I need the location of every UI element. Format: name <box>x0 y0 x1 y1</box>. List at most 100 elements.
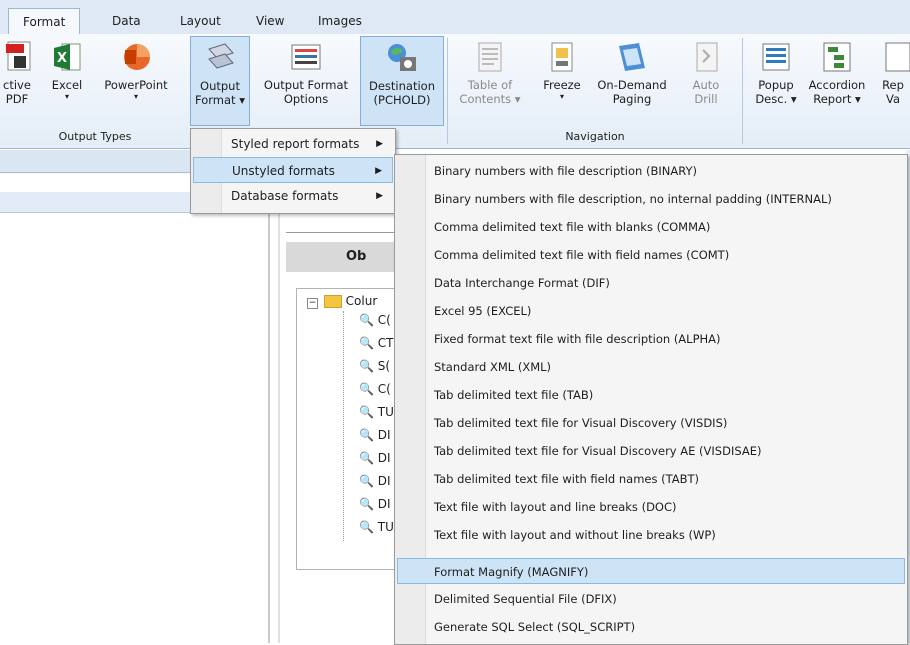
powerpoint-label: PowerPoint <box>104 78 168 92</box>
on-demand-paging-button[interactable]: On-Demand Paging <box>592 36 672 126</box>
group-separator <box>742 38 743 144</box>
table-of-contents-button[interactable]: Table of Contents ▾ <box>458 36 522 126</box>
tab-view[interactable]: View <box>254 8 286 34</box>
output-format-options-icon <box>289 40 323 74</box>
freeze-dropdown-arrow: ▾ <box>559 92 564 101</box>
destination-label-1: Destination <box>369 79 435 93</box>
submenu-item-binary[interactable]: Binary numbers with file description (BI… <box>397 158 905 184</box>
tree-item[interactable]: 🔍 DI <box>359 449 391 467</box>
accordion-report-button[interactable]: Accordion Report ▾ <box>804 36 870 126</box>
output-format-icon <box>203 41 237 75</box>
submenu-item-sql-script[interactable]: Generate SQL Select (SQL_SCRIPT) <box>397 614 905 640</box>
field-icon: 🔍 <box>359 497 374 511</box>
menu-item-styled-report-formats[interactable]: Styled report formats ▶ <box>193 131 393 157</box>
tree-item-label: DI <box>377 474 391 488</box>
freeze-label: Freeze <box>543 78 581 92</box>
submenu-item-comt[interactable]: Comma delimited text file with field nam… <box>397 242 905 268</box>
output-format-menu: Styled report formats ▶ Unstyled formats… <box>190 128 396 214</box>
submenu-arrow-icon: ▶ <box>375 166 382 176</box>
output-format-label-2: Format ▾ <box>195 93 245 107</box>
submenu-item-alpha[interactable]: Fixed format text file with file descrip… <box>397 326 905 352</box>
submenu-item-tab[interactable]: Tab delimited text file (TAB) <box>397 382 905 408</box>
menu-item-label: Database formats <box>231 189 339 203</box>
submenu-item-label: Text file with layout and without line b… <box>434 528 716 542</box>
tree-item[interactable]: 🔍 DI <box>359 472 391 490</box>
submenu-item-label: Fixed format text file with file descrip… <box>434 332 721 346</box>
submenu-item-label: Tab delimited text file for Visual Disco… <box>434 444 762 458</box>
submenu-item-label: Binary numbers with file description, no… <box>434 192 832 206</box>
submenu-item-magnify[interactable]: Format Magnify (MAGNIFY) <box>397 558 905 584</box>
tree-item-label: C( <box>377 313 391 327</box>
output-format-button[interactable]: Output Format ▾ <box>190 36 250 126</box>
tree-root[interactable]: − Colur <box>307 292 377 310</box>
submenu-arrow-icon: ▶ <box>376 191 383 201</box>
submenu-item-label: Format Magnify (MAGNIFY) <box>434 565 589 579</box>
menu-item-unstyled-formats[interactable]: Unstyled formats ▶ <box>193 157 393 183</box>
output-types-group-label: Output Types <box>58 130 132 143</box>
tree-item-label: C( <box>377 382 391 396</box>
submenu-item-dif[interactable]: Data Interchange Format (DIF) <box>397 270 905 296</box>
ribbon-tab-strip: Format Data Layout View Images <box>0 0 910 35</box>
submenu-item-label: Tab delimited text file (TAB) <box>434 388 594 402</box>
submenu-item-label: Delimited Sequential File (DFIX) <box>434 592 617 606</box>
field-icon: 🔍 <box>359 474 374 488</box>
tree-item[interactable]: 🔍 DI <box>359 495 391 513</box>
folder-icon <box>323 295 342 308</box>
tree-item[interactable]: 🔍 DI <box>359 426 391 444</box>
submenu-item-excel[interactable]: Excel 95 (EXCEL) <box>397 298 905 324</box>
collapse-icon[interactable]: − <box>307 298 318 309</box>
destination-button[interactable]: Destination (PCHOLD) <box>360 36 444 126</box>
tree-item[interactable]: 🔍 TU <box>359 403 394 421</box>
submenu-item-internal[interactable]: Binary numbers with file description, no… <box>397 186 905 212</box>
popup-desc-button[interactable]: Popup Desc. ▾ <box>752 36 800 126</box>
submenu-item-visdisae[interactable]: Tab delimited text file for Visual Disco… <box>397 438 905 464</box>
submenu-item-label: Generate SQL Select (SQL_SCRIPT) <box>434 620 636 634</box>
tab-images[interactable]: Images <box>316 8 364 34</box>
tree-item[interactable]: 🔍 S( <box>359 357 390 375</box>
powerpoint-dropdown-arrow: ▾ <box>133 92 138 101</box>
auto-drill-button[interactable]: Auto Drill <box>684 36 728 126</box>
menu-item-database-formats[interactable]: Database formats ▶ <box>193 183 393 209</box>
field-icon: 🔍 <box>359 359 374 373</box>
tree-item[interactable]: 🔍 CT <box>359 334 394 352</box>
tree-item[interactable]: 🔍 C( <box>359 311 391 329</box>
submenu-item-comma[interactable]: Comma delimited text file with blanks (C… <box>397 214 905 240</box>
submenu-item-tabt[interactable]: Tab delimited text file with field names… <box>397 466 905 492</box>
left-panel-toolbar <box>0 192 192 213</box>
tab-format[interactable]: Format <box>8 8 81 35</box>
output-format-options-label-2: Options <box>283 92 329 106</box>
submenu-item-label: Binary numbers with file description (BI… <box>434 164 697 178</box>
field-icon: 🔍 <box>359 520 374 534</box>
popup-desc-label-1: Popup <box>758 78 794 92</box>
powerpoint-button[interactable]: PowerPoint ▾ <box>96 36 176 126</box>
menu-item-label: Styled report formats <box>231 137 360 151</box>
tree-connector <box>343 311 344 541</box>
submenu-item-doc[interactable]: Text file with layout and line breaks (D… <box>397 494 905 520</box>
submenu-item-dfix[interactable]: Delimited Sequential File (DFIX) <box>397 586 905 612</box>
submenu-item-label: Text file with layout and line breaks (D… <box>434 500 677 514</box>
excel-button[interactable]: X Excel ▾ <box>42 36 92 126</box>
excel-icon: X <box>50 40 84 74</box>
powerpoint-icon <box>119 40 153 74</box>
freeze-icon <box>545 40 579 74</box>
submenu-item-visdis[interactable]: Tab delimited text file for Visual Disco… <box>397 410 905 436</box>
on-demand-paging-label-1: On-Demand <box>597 78 667 92</box>
submenu-item-label: Tab delimited text file for Visual Disco… <box>434 416 728 430</box>
field-icon: 🔍 <box>359 405 374 419</box>
report-values-button[interactable]: Rep Va <box>876 36 910 126</box>
freeze-button[interactable]: Freeze ▾ <box>538 36 586 126</box>
submenu-item-wp[interactable]: Text file with layout and without line b… <box>397 522 905 548</box>
report-values-icon <box>876 40 910 74</box>
field-icon: 🔍 <box>359 451 374 465</box>
active-pdf-button[interactable]: ctive PDF <box>0 36 34 126</box>
auto-drill-label-2: Drill <box>694 92 718 106</box>
tree-item[interactable]: 🔍 TU <box>359 518 394 536</box>
tab-data[interactable]: Data <box>110 8 143 34</box>
submenu-item-xml[interactable]: Standard XML (XML) <box>397 354 905 380</box>
svg-text:X: X <box>57 51 67 66</box>
column-tree[interactable]: − Colur 🔍 C( 🔍 CT 🔍 S( 🔍 C( 🔍 TU 🔍 DI 🔍 … <box>296 288 408 570</box>
output-format-options-button[interactable]: Output Format Options <box>256 36 356 126</box>
tab-layout[interactable]: Layout <box>178 8 223 34</box>
tree-item[interactable]: 🔍 C( <box>359 380 391 398</box>
object-panel-title: Ob <box>346 249 367 264</box>
